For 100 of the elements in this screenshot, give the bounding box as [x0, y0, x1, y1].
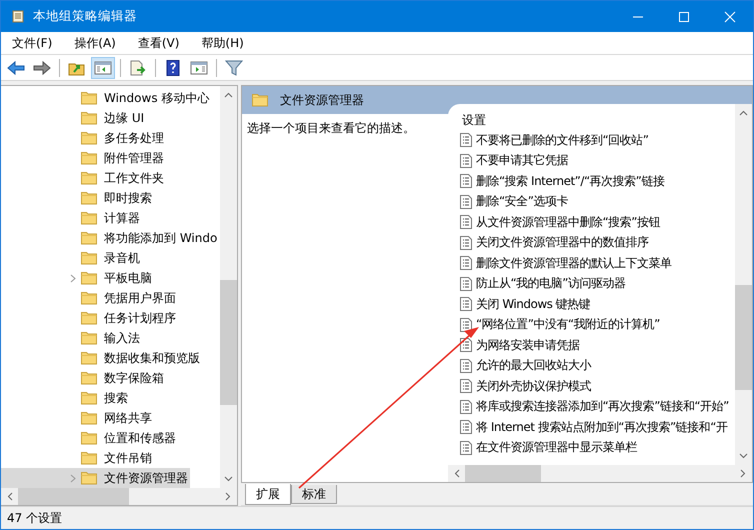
tree-item[interactable]: 即时搜索: [1, 188, 154, 208]
setting-icon: [460, 338, 472, 352]
setting-icon: [460, 133, 472, 148]
close-icon: [724, 10, 736, 22]
export-icon: [129, 60, 147, 76]
folder-icon: [81, 131, 97, 145]
tree-item[interactable]: 数据收集和预览版: [1, 348, 202, 368]
tree-item[interactable]: 网络共享: [1, 408, 154, 428]
setting-item[interactable]: 将库或搜索连接器添加到“再次搜索”链接和“开始”: [476, 398, 729, 416]
toolbar-button[interactable]: [91, 56, 115, 78]
tree-item[interactable]: 将功能添加到 Windo: [1, 228, 220, 248]
setting-item[interactable]: 防止从“我的电脑”访问驱动器: [476, 275, 626, 292]
horizontal-scrollbar[interactable]: [1, 488, 237, 505]
filter-icon: [225, 60, 243, 76]
scroll-left-icon[interactable]: [7, 492, 13, 501]
setting-icon: [460, 400, 472, 414]
setting-icon: [460, 379, 472, 394]
horizontal-scrollbar[interactable]: [448, 465, 752, 482]
setting-icon: [460, 318, 472, 332]
tree-item[interactable]: 搜索: [1, 388, 130, 408]
tree-item[interactable]: 多任务处理: [1, 128, 166, 148]
scroll-icon: [10, 8, 26, 24]
setting-item[interactable]: 不要申请其它凭据: [476, 152, 568, 170]
folder-icon: [81, 151, 97, 165]
folder-icon: [81, 331, 97, 345]
folder-icon: [81, 411, 97, 425]
folder-icon: [81, 271, 97, 285]
menu-item[interactable]: 查看(V): [130, 33, 188, 53]
tree-item[interactable]: 计算器: [1, 208, 142, 228]
setting-icon: [460, 297, 472, 312]
folder-icon: [81, 291, 97, 305]
tab[interactable]: 标准: [291, 485, 337, 504]
setting-item[interactable]: “网络位置”中没有“我附近的计算机”: [476, 316, 660, 334]
folder-icon: [81, 431, 97, 445]
tree-item[interactable]: 附件管理器: [1, 148, 166, 168]
folder-icon: [81, 371, 97, 385]
vertical-scrollbar[interactable]: [735, 104, 752, 465]
scroll-right-icon[interactable]: [225, 492, 231, 501]
menu-item[interactable]: 帮助(H): [193, 33, 252, 53]
tree-item[interactable]: 文件资源管理器: [1, 468, 190, 488]
setting-item[interactable]: 关闭外壳协议保护模式: [476, 378, 591, 395]
setting-item[interactable]: 从文件资源管理器中删除“搜索”按钮: [476, 214, 660, 231]
folder-icon: [252, 93, 268, 107]
status-text: 47 个设置: [7, 510, 62, 526]
help-icon: [164, 60, 182, 76]
setting-icon: [460, 236, 472, 250]
folder-icon: [81, 471, 97, 485]
setting-item[interactable]: 删除“搜索 Internet”/“再次搜索”链接: [476, 172, 664, 190]
setting-item[interactable]: 允许的最大回收站大小: [476, 357, 591, 374]
setting-item[interactable]: 不要将已删除的文件移到“回收站”: [476, 132, 648, 149]
folder-icon: [81, 91, 97, 105]
setting-icon: [460, 256, 472, 270]
folder-icon: [81, 311, 97, 325]
setting-item[interactable]: 将 Internet 搜索站点附加到“再次搜索”链接和“开: [476, 418, 728, 436]
scroll-up-icon[interactable]: [739, 110, 748, 116]
maximize-icon: [678, 10, 690, 22]
scroll-left-icon[interactable]: [454, 469, 460, 478]
tree-item[interactable]: 输入法: [1, 328, 142, 348]
scroll-up-icon[interactable]: [224, 92, 233, 98]
expand-icon[interactable]: [70, 274, 76, 282]
tree-item[interactable]: 边缘 UI: [1, 108, 146, 128]
setting-icon: [460, 174, 472, 188]
setting-icon: [460, 215, 472, 230]
folder-icon: [81, 451, 97, 465]
tree-item[interactable]: 录音机: [1, 248, 142, 268]
panel-icon: [94, 60, 112, 76]
menu-item[interactable]: 文件(F): [4, 33, 60, 53]
folder-icon: [81, 191, 97, 205]
back-icon: [7, 60, 25, 76]
setting-icon: [460, 276, 472, 291]
tree-item[interactable]: 凭据用户界面: [1, 288, 178, 308]
scroll-down-icon[interactable]: [224, 476, 233, 482]
tree-item[interactable]: 数字保险箱: [1, 368, 166, 388]
vertical-scrollbar[interactable]: [220, 86, 237, 488]
window-title: 本地组策略编辑器: [33, 8, 137, 25]
tree-item[interactable]: 平板电脑: [1, 268, 154, 288]
tab[interactable]: 扩展: [245, 484, 291, 505]
folder-icon: [81, 111, 97, 125]
tree-item[interactable]: Windows 移动中心: [1, 88, 212, 108]
setting-item[interactable]: 删除“安全”选项卡: [476, 193, 568, 210]
setting-icon: [460, 154, 472, 168]
setting-icon: [460, 194, 472, 209]
folder-icon: [81, 231, 97, 245]
setting-item[interactable]: 关闭 Windows 键热键: [476, 296, 590, 313]
folder-icon: [81, 251, 97, 265]
folder-icon: [81, 211, 97, 225]
menu-item[interactable]: 操作(A): [66, 33, 124, 53]
scroll-down-icon[interactable]: [739, 453, 748, 459]
tree-item[interactable]: 文件吊销: [1, 448, 154, 468]
scroll-right-icon[interactable]: [740, 469, 746, 478]
setting-item[interactable]: 删除文件资源管理器的默认上下文菜单: [476, 254, 672, 272]
setting-item[interactable]: 在文件资源管理器中显示菜单栏: [476, 439, 637, 456]
folder-icon: [81, 171, 97, 185]
setting-item[interactable]: 关闭文件资源管理器中的数值排序: [476, 234, 648, 252]
setting-item[interactable]: 为网络安装申请凭据: [476, 336, 580, 354]
column-header[interactable]: 设置: [462, 110, 735, 130]
tree-item[interactable]: 任务计划程序: [1, 308, 178, 328]
tree-item[interactable]: 位置和传感器: [1, 428, 178, 448]
tree-item[interactable]: 工作文件夹: [1, 168, 166, 188]
setting-icon: [460, 358, 472, 373]
